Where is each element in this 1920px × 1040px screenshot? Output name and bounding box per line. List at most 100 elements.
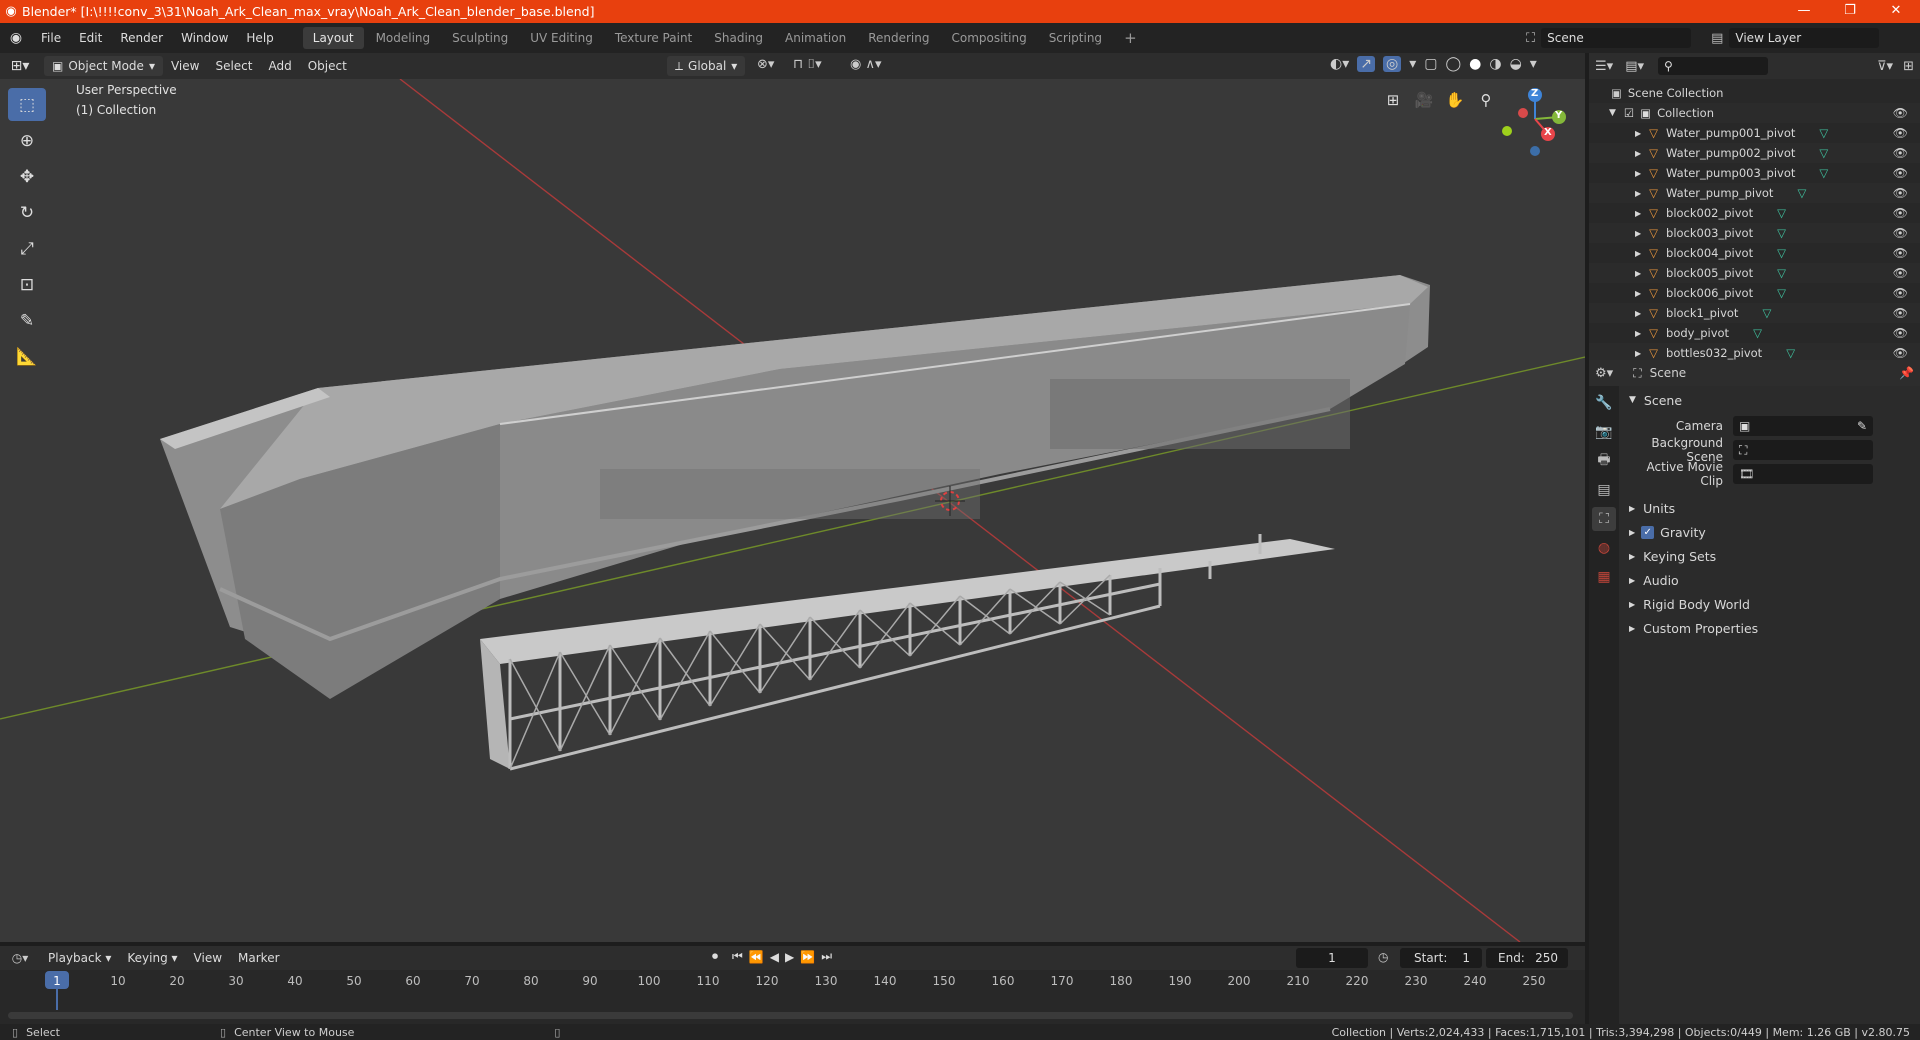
menu-window[interactable]: Window <box>172 23 237 53</box>
menu-select[interactable]: Select <box>207 53 260 79</box>
eye-icon[interactable]: 👁 <box>1893 146 1908 160</box>
outliner-item[interactable]: ▶ ▽ block005_pivot ▽ 👁 <box>1589 263 1920 283</box>
play-icon[interactable]: ▶ <box>785 950 794 964</box>
outliner-item[interactable]: ▶ ▽ block006_pivot ▽ 👁 <box>1589 283 1920 303</box>
menu-render[interactable]: Render <box>111 23 172 53</box>
tab-sculpting[interactable]: Sculpting <box>442 27 518 49</box>
background-scene-field[interactable]: ⛶ <box>1733 440 1873 460</box>
annotate-tool-icon[interactable]: ✎ <box>8 304 46 337</box>
menu-marker[interactable]: Marker <box>230 945 287 971</box>
scale-tool-icon[interactable]: ⤢ <box>8 232 46 265</box>
current-frame-field[interactable]: 1 <box>1296 948 1368 968</box>
visibility-icon[interactable]: ◐▾ <box>1330 56 1349 72</box>
menu-view[interactable]: View <box>163 53 207 79</box>
zoom-icon[interactable]: ⚲ <box>1473 87 1499 113</box>
eye-icon[interactable]: 👁 <box>1893 246 1908 260</box>
add-workspace-icon[interactable]: + <box>1114 27 1147 49</box>
expand-arrow-icon[interactable]: ▼ <box>1609 108 1616 118</box>
world-tab-icon[interactable]: ◍ <box>1592 536 1616 560</box>
display-mode-icon[interactable]: ▤▾ <box>1625 59 1644 74</box>
gravity-panel-header[interactable]: ▶ ✓ Gravity <box>1623 520 1918 544</box>
jump-keyframe-back-icon[interactable]: ⏪ <box>749 950 764 964</box>
pivot-point-icon[interactable]: ⊗▾ <box>757 57 774 72</box>
play-reverse-icon[interactable]: ◀ <box>770 950 779 964</box>
outliner-item[interactable]: ▶ ▽ block004_pivot ▽ 👁 <box>1589 243 1920 263</box>
eye-icon[interactable]: 👁 <box>1893 126 1908 140</box>
xray-toggle-icon[interactable]: ▢ <box>1424 56 1437 72</box>
end-frame-field[interactable]: End: 250 <box>1486 948 1568 968</box>
view-layer-selector[interactable]: View Layer <box>1729 28 1880 48</box>
eye-icon[interactable]: 👁 <box>1893 346 1908 360</box>
outliner-collection[interactable]: ▼ ☑ ▣ Collection 👁 <box>1589 103 1920 123</box>
tab-layout[interactable]: Layout <box>302 27 364 49</box>
menu-playback[interactable]: Playback ▾ <box>40 945 119 971</box>
menu-help[interactable]: Help <box>237 23 282 53</box>
outliner-item[interactable]: ▶ ▽ block1_pivot ▽ 👁 <box>1589 303 1920 323</box>
checkbox-icon[interactable]: ☑ <box>1624 106 1634 120</box>
transform-orientation-dropdown[interactable]: ⟂ Global ▾ <box>667 56 746 76</box>
eye-icon[interactable]: 👁 <box>1893 166 1908 180</box>
outliner-item[interactable]: ▶ ▽ Water_pump003_pivot ▽ 👁 <box>1589 163 1920 183</box>
solid-shading-icon[interactable]: ● <box>1469 56 1481 72</box>
proportional-editing-icon[interactable]: ◉ ∧▾ <box>850 57 882 72</box>
eye-icon[interactable]: 👁 <box>1893 206 1908 220</box>
pan-hand-icon[interactable]: ✋ <box>1442 87 1468 113</box>
eye-icon[interactable]: 👁 <box>1893 326 1908 340</box>
transform-tool-icon[interactable]: ⊡ <box>8 268 46 301</box>
blender-menu-icon[interactable]: ◉ <box>0 30 32 46</box>
jump-end-icon[interactable]: ⏭ <box>821 949 832 964</box>
scene-tab-icon[interactable]: ⛶ <box>1592 507 1616 531</box>
tab-texture-paint[interactable]: Texture Paint <box>605 27 702 49</box>
tab-compositing[interactable]: Compositing <box>941 27 1036 49</box>
tab-shading[interactable]: Shading <box>704 27 773 49</box>
timeline-editor-type-icon[interactable]: ◷▾ <box>0 951 40 965</box>
navigation-gizmo[interactable]: Z Y X <box>1495 79 1575 159</box>
new-collection-icon[interactable]: ⊞ <box>1903 59 1914 74</box>
tab-uv-editing[interactable]: UV Editing <box>520 27 603 49</box>
tool-settings-tab-icon[interactable]: 🔧 <box>1592 391 1616 415</box>
eye-icon[interactable]: 👁 <box>1893 266 1908 280</box>
active-movie-clip-field[interactable]: 🎞 <box>1733 464 1873 484</box>
outliner-item[interactable]: ▶ ▽ block002_pivot ▽ 👁 <box>1589 203 1920 223</box>
minimize-button[interactable]: — <box>1781 0 1827 23</box>
render-tab-icon[interactable]: 📷 <box>1592 420 1616 444</box>
move-tool-icon[interactable]: ✥ <box>8 160 46 193</box>
menu-object[interactable]: Object <box>300 53 355 79</box>
eyedropper-icon[interactable]: ✎ <box>1857 419 1867 433</box>
rigid-body-world-panel-header[interactable]: ▶ Rigid Body World <box>1623 592 1918 616</box>
outliner-search-input[interactable]: ⚲ <box>1658 57 1768 75</box>
tab-animation[interactable]: Animation <box>775 27 856 49</box>
toggle-ortho-icon[interactable]: ⊞ <box>1380 87 1406 113</box>
eye-icon[interactable]: 👁 <box>1893 226 1908 240</box>
gizmo-toggle-icon[interactable]: ↗ <box>1357 56 1375 72</box>
rotate-tool-icon[interactable]: ↻ <box>8 196 46 229</box>
record-icon[interactable]: ⏺ <box>712 949 718 964</box>
properties-editor-type-icon[interactable]: ⚙▾ <box>1595 366 1613 381</box>
close-button[interactable]: ✕ <box>1873 0 1919 23</box>
tab-modeling[interactable]: Modeling <box>366 27 441 49</box>
outliner-item[interactable]: ▶ ▽ Water_pump001_pivot ▽ 👁 <box>1589 123 1920 143</box>
eye-icon[interactable]: 👁 <box>1893 106 1908 120</box>
restore-button[interactable]: ❐ <box>1827 0 1873 23</box>
preview-range-icon[interactable]: ◷ <box>1378 950 1388 964</box>
outliner-item[interactable]: ▶ ▽ Water_pump002_pivot ▽ 👁 <box>1589 143 1920 163</box>
tab-scripting[interactable]: Scripting <box>1039 27 1112 49</box>
menu-timeline-view[interactable]: View <box>186 945 230 971</box>
start-frame-field[interactable]: Start: 1 <box>1400 948 1482 968</box>
gravity-checkbox[interactable]: ✓ <box>1641 525 1655 539</box>
scene-panel-header[interactable]: ▼ Scene <box>1623 388 1918 412</box>
outliner-scene-collection[interactable]: ▣ Scene Collection <box>1589 83 1920 103</box>
filter-icon[interactable]: ⊽▾ <box>1877 59 1893 74</box>
3d-viewport[interactable]: User Perspective (1) Collection Z Y X ⊞ … <box>0 79 1585 942</box>
camera-field[interactable]: ▣ ✎ <box>1733 416 1873 436</box>
rendered-shading-icon[interactable]: ◒ <box>1510 56 1522 72</box>
select-box-tool-icon[interactable]: ⬚ <box>8 88 46 121</box>
custom-properties-panel-header[interactable]: ▶ Custom Properties <box>1623 616 1918 640</box>
audio-panel-header[interactable]: ▶ Audio <box>1623 568 1918 592</box>
menu-edit[interactable]: Edit <box>70 23 111 53</box>
eye-icon[interactable]: 👁 <box>1893 306 1908 320</box>
eye-icon[interactable]: 👁 <box>1893 286 1908 300</box>
object-mode-dropdown[interactable]: ▣ Object Mode ▾ <box>44 56 163 76</box>
overlay-toggle-icon[interactable]: ◎ <box>1382 56 1402 72</box>
keying-sets-panel-header[interactable]: ▶ Keying Sets <box>1623 544 1918 568</box>
